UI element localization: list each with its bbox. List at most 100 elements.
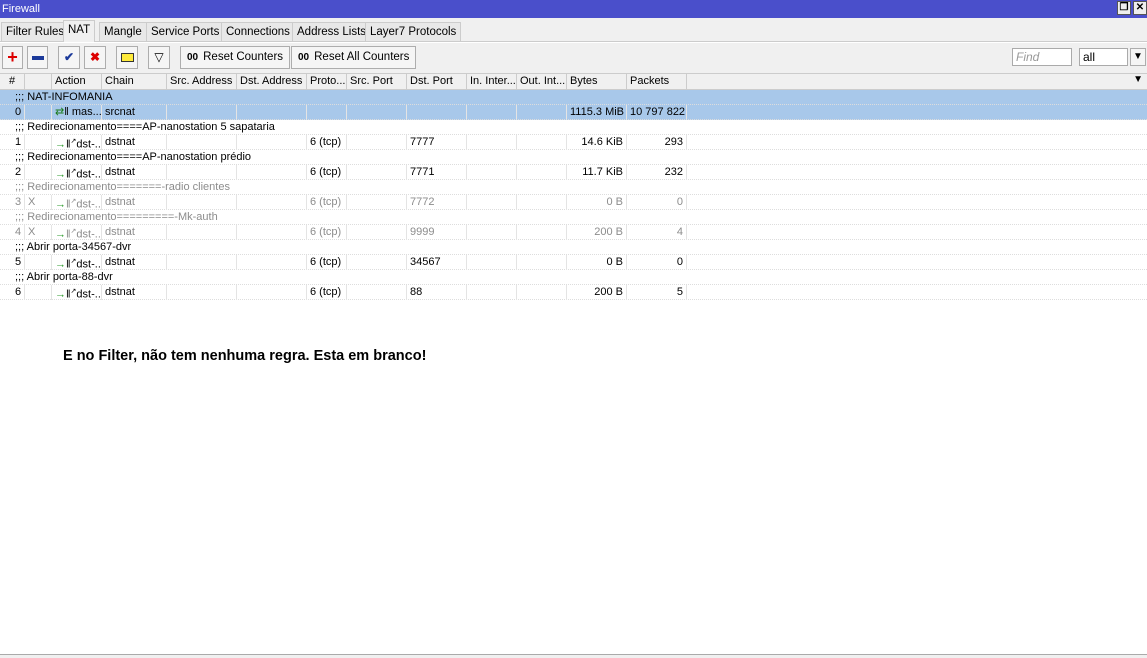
add-button[interactable]: +: [2, 46, 23, 69]
table-row[interactable]: 2 →‖↗dst-... dstnat 6 (tcp) 7771 11.7 KiB 232: [0, 165, 1147, 180]
rule-action: →‖↗dst-...: [52, 285, 102, 300]
annotation-text: E no Filter, não tem nenhuma regra. Esta…: [63, 348, 427, 364]
rule-dst-port: 34567: [407, 255, 467, 270]
rule-bytes-text: 0 B: [606, 196, 623, 208]
column-header[interactable]: Src. Address: [167, 74, 237, 90]
rule-chain: dstnat: [102, 165, 167, 180]
toolbar: + ✔ ✖ ▽ 00 Reset Counters 00 Reset All Cou…: [0, 43, 1147, 73]
tab-address-lists[interactable]: Address Lists: [292, 22, 372, 42]
filter-select[interactable]: all: [1079, 48, 1128, 66]
rule-bytes: 11.7 KiB: [567, 165, 627, 180]
empty-cell: [467, 195, 517, 210]
comment-row[interactable]: ;;; Abrir porta-88-dvr: [0, 270, 1147, 285]
rule-flag: [25, 105, 52, 120]
column-header[interactable]: Out. Int...: [517, 74, 567, 90]
comment-row[interactable]: ;;; Abrir porta-34567-dvr: [0, 240, 1147, 255]
reset-all-counters-button[interactable]: 00 Reset All Counters: [291, 46, 417, 69]
rule-number: 4: [0, 225, 25, 240]
plus-icon: +: [7, 47, 18, 67]
filter-button[interactable]: ▽: [148, 46, 170, 69]
column-header[interactable]: Action: [52, 74, 102, 90]
rule-dst-port-text: 7771: [410, 166, 435, 178]
column-header[interactable]: Proto...: [307, 74, 347, 90]
rule-bytes: 200 B: [567, 285, 627, 300]
rule-packets: 0: [627, 195, 687, 210]
column-header[interactable]: Dst. Port: [407, 74, 467, 90]
table-row[interactable]: 3 X →‖↗dst-... dstnat 6 (tcp) 7772 0 B 0: [0, 195, 1147, 210]
rule-number: 5: [0, 255, 25, 270]
comment-row[interactable]: ;;; Redirecionamento=======-radio client…: [0, 180, 1147, 195]
rule-chain-text: dstnat: [105, 256, 135, 268]
tab-mangle[interactable]: Mangle: [99, 22, 147, 42]
tab-layer7-protocols[interactable]: Layer7 Protocols: [365, 22, 462, 42]
close-button[interactable]: ✕: [1133, 1, 1147, 15]
rule-action-text: dst-...: [76, 288, 102, 300]
column-header[interactable]: [25, 74, 52, 90]
remove-button[interactable]: [27, 46, 48, 69]
rule-packets-text: 232: [664, 166, 683, 178]
empty-cell: [347, 255, 407, 270]
rule-chain-text: dstnat: [105, 286, 135, 298]
dropdown-button[interactable]: ▼: [1130, 48, 1146, 66]
table-row[interactable]: 4 X →‖↗dst-... dstnat 6 (tcp) 9999 200 B4: [0, 225, 1147, 240]
rule-action: ⇄‖ mas...: [52, 105, 102, 120]
table-row[interactable]: 1 →‖↗dst-... dstnat 6 (tcp) 7777 14.6 KiB 293: [0, 135, 1147, 150]
rule-packets: 293: [627, 135, 687, 150]
enable-button[interactable]: ✔: [58, 46, 80, 69]
column-header[interactable]: Dst. Address: [237, 74, 307, 90]
rule-comment: ;;; Redirecionamento====AP-nanostation 5…: [15, 121, 275, 133]
comment-button[interactable]: [116, 46, 138, 69]
rule-bytes: 0 B: [567, 255, 627, 270]
column-header[interactable]: Packets: [627, 74, 687, 90]
reset-counters-button[interactable]: 00 Reset Counters: [180, 46, 291, 69]
empty-cell: [347, 195, 407, 210]
comment-row[interactable]: ;;; Redirecionamento=========-Mk-auth: [0, 210, 1147, 225]
rule-protocol: 6 (tcp): [307, 225, 347, 240]
comment-row[interactable]: ;;; Redirecionamento====AP-nanostation p…: [0, 150, 1147, 165]
column-header[interactable]: #: [0, 74, 25, 90]
column-header[interactable]: Chain: [102, 74, 167, 90]
rule-protocol: 6 (tcp): [307, 135, 347, 150]
rule-flag: [25, 285, 52, 300]
rule-flag: [25, 165, 52, 180]
rule-packets: 4: [627, 225, 687, 240]
tab-service-ports[interactable]: Service Ports: [146, 22, 225, 42]
tab-filter-rules[interactable]: Filter Rules: [1, 22, 70, 42]
rule-dst-port: [407, 105, 467, 120]
comment-row[interactable]: ;;; Redirecionamento====AP-nanostation 5…: [0, 120, 1147, 135]
empty-cell: [347, 135, 407, 150]
rule-bytes-text: 14.6 KiB: [581, 136, 623, 148]
tab-nat[interactable]: NAT: [63, 20, 96, 42]
table-row[interactable]: 0 ⇄‖ mas... srcnat 1115.3 MiB 10 797 822: [0, 105, 1147, 120]
rule-dst-port-text: 7777: [410, 136, 435, 148]
table-row[interactable]: 5 →‖↗dst-... dstnat 6 (tcp) 34567 0 B 0: [0, 255, 1147, 270]
disable-button[interactable]: ✖: [84, 46, 106, 69]
comment-row[interactable]: ;;; NAT-INFOMANIA: [0, 90, 1147, 105]
column-header[interactable]: Bytes: [567, 74, 627, 90]
rule-number: 3: [0, 195, 25, 210]
find-input[interactable]: Find: [1012, 48, 1072, 66]
rule-number-text: 6: [15, 286, 22, 298]
empty-cell: [167, 135, 237, 150]
rule-chain-text: srcnat: [105, 106, 135, 118]
empty-cell: [517, 105, 567, 120]
rule-protocol: [307, 105, 347, 120]
rule-protocol: 6 (tcp): [307, 255, 347, 270]
rule-chain: dstnat: [102, 285, 167, 300]
empty-cell: [517, 285, 567, 300]
column-header[interactable]: Src. Port: [347, 74, 407, 90]
empty-cell: [237, 105, 307, 120]
tab-connections[interactable]: Connections: [221, 22, 295, 42]
column-menu-icon[interactable]: ▼: [1133, 74, 1143, 85]
empty-cell: [467, 105, 517, 120]
empty-cell: [237, 255, 307, 270]
rule-flag: [25, 135, 52, 150]
column-header[interactable]: In. Inter...: [467, 74, 517, 90]
empty-cell: [517, 255, 567, 270]
rule-packets-text: 10 797 822: [630, 106, 686, 118]
note-icon: [120, 53, 134, 63]
dst-nat-icon: →: [55, 288, 66, 300]
table-row[interactable]: 6 →‖↗dst-... dstnat 6 (tcp) 88 200 B 5: [0, 285, 1147, 300]
restore-button[interactable]: ❐: [1117, 1, 1131, 15]
rule-protocol: 6 (tcp): [307, 285, 347, 300]
